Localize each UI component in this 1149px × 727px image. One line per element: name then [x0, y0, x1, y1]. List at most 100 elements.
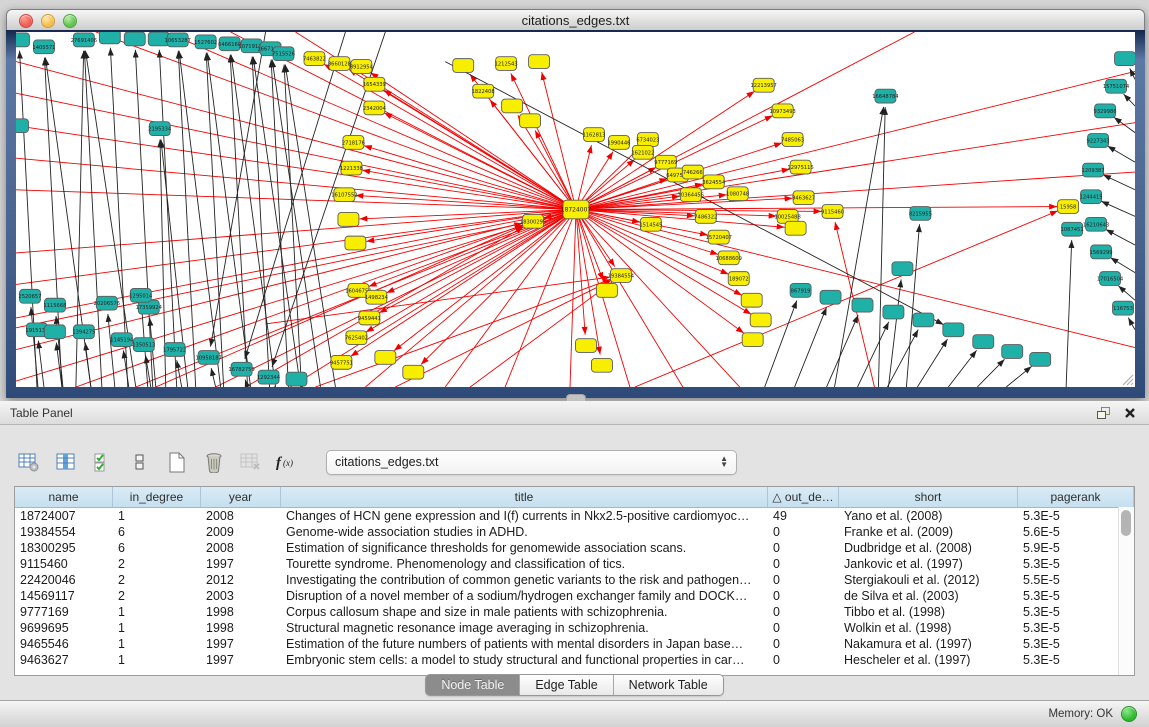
graph-node[interactable]: 20364456: [678, 188, 704, 202]
graph-node[interactable]: [502, 99, 523, 113]
close-window-button[interactable]: [19, 14, 33, 28]
graph-node[interactable]: 18724007: [561, 200, 592, 219]
graph-node[interactable]: 1990446: [607, 136, 630, 150]
graph-node[interactable]: 1498234: [365, 290, 388, 304]
delete-table-icon[interactable]: [238, 449, 264, 475]
graph-node[interactable]: 10973493: [769, 104, 795, 118]
graph-node[interactable]: 7486322: [694, 210, 717, 224]
graph-node[interactable]: 15958: [1058, 200, 1079, 214]
graph-node[interactable]: 1654339: [363, 77, 386, 91]
graph-node[interactable]: [529, 55, 550, 69]
graph-node[interactable]: 19384554: [608, 269, 634, 283]
column-header-in_degree[interactable]: in_degree: [113, 487, 201, 507]
table-row[interactable]: 1938455462009Genome-wide association stu…: [15, 524, 1134, 540]
graph-node[interactable]: 8912954: [350, 60, 373, 74]
graph-node[interactable]: 2520657: [18, 289, 41, 303]
graph-node[interactable]: 16210643: [1083, 217, 1109, 231]
window-titlebar[interactable]: citations_edges.txt: [6, 9, 1145, 32]
column-header-short[interactable]: short: [839, 487, 1018, 507]
graph-node[interactable]: 10958187: [195, 351, 221, 365]
table-row[interactable]: 1830029562008Estimation of significance …: [15, 540, 1134, 556]
graph-node[interactable]: [742, 333, 763, 347]
graph-node[interactable]: [785, 221, 806, 235]
graph-node[interactable]: [453, 59, 474, 73]
table-row[interactable]: 1456911722003Disruption of a novel membe…: [15, 588, 1134, 604]
table-row[interactable]: 946554611997Estimation of the future num…: [15, 636, 1134, 652]
graph-node[interactable]: 1295014: [129, 288, 152, 302]
graph-node[interactable]: [124, 32, 145, 46]
float-panel-icon[interactable]: [1095, 405, 1113, 421]
graph-node[interactable]: [852, 298, 873, 312]
graph-node[interactable]: [1115, 52, 1135, 66]
graph-node[interactable]: [741, 293, 762, 307]
graph-node[interactable]: [1030, 352, 1051, 366]
graph-node[interactable]: [286, 372, 307, 386]
tab-node-table[interactable]: Node Table: [426, 675, 520, 695]
memory-status-icon[interactable]: [1121, 706, 1137, 722]
row-height-icon[interactable]: [127, 449, 153, 475]
graph-node[interactable]: 1087451: [1061, 222, 1084, 236]
table-row[interactable]: 2242004622012Investigating the contribut…: [15, 572, 1134, 588]
graph-node[interactable]: 20206576: [94, 296, 120, 310]
minimize-window-button[interactable]: [41, 14, 55, 28]
table-row[interactable]: 969969511998Structural magnetic resonanc…: [15, 620, 1134, 636]
graph-node[interactable]: 1405571: [32, 40, 55, 54]
graph-node[interactable]: [943, 323, 964, 337]
graph-node[interactable]: [591, 358, 612, 372]
column-header-title[interactable]: title: [281, 487, 768, 507]
panel-drag-handle[interactable]: [566, 394, 586, 401]
table-row[interactable]: 946362711997Embryonic stem cells: a mode…: [15, 652, 1134, 668]
graph-node[interactable]: 9329986: [1094, 104, 1117, 118]
graph-node[interactable]: 1514545: [639, 217, 662, 231]
graph-node[interactable]: 9777169: [654, 155, 677, 169]
graph-node[interactable]: [16, 33, 29, 47]
show-column-icon[interactable]: [53, 449, 79, 475]
graph-node[interactable]: 7485063: [781, 133, 804, 147]
graph-node[interactable]: 1115668: [43, 298, 66, 312]
graph-node[interactable]: 15751074: [1103, 79, 1129, 93]
scrollbar-thumb[interactable]: [1121, 510, 1131, 536]
network-svg[interactable]: 1872400711628131990446673402316210229777…: [16, 32, 1135, 387]
graph-node[interactable]: 10653287: [165, 33, 191, 47]
graph-node[interactable]: 1822408: [472, 84, 495, 98]
graph-node[interactable]: [883, 305, 904, 319]
graph-node[interactable]: 6734023: [636, 133, 659, 147]
graph-node[interactable]: 17016504: [1097, 272, 1123, 286]
graph-node[interactable]: [596, 283, 617, 297]
table-settings-icon[interactable]: [16, 449, 42, 475]
graph-node[interactable]: 867919: [790, 283, 811, 297]
table-row[interactable]: 1872400712008Changes of HCN gene express…: [15, 508, 1134, 524]
graph-node[interactable]: 12213957: [750, 78, 776, 92]
graph-node[interactable]: 1394275: [72, 325, 95, 339]
graph-node[interactable]: 1292344: [257, 370, 280, 384]
graph-node[interactable]: 746266: [682, 165, 703, 179]
graph-node[interactable]: 1569299: [1090, 245, 1113, 259]
graph-node[interactable]: 1795722: [163, 343, 186, 357]
graph-node[interactable]: 7625402: [345, 331, 368, 345]
graph-node[interactable]: 12975115: [787, 160, 813, 174]
graph-node[interactable]: [973, 335, 994, 349]
graph-node[interactable]: [892, 262, 913, 276]
graph-node[interactable]: [16, 119, 28, 133]
graph-node[interactable]: 1145194: [110, 333, 133, 347]
vertical-scrollbar[interactable]: [1118, 507, 1134, 675]
graph-node[interactable]: [338, 212, 359, 226]
graph-node[interactable]: [345, 236, 366, 250]
resize-grip-icon[interactable]: [1120, 372, 1134, 386]
column-header-year[interactable]: year: [201, 487, 281, 507]
graph-node[interactable]: [576, 339, 597, 353]
graph-node[interactable]: 116753: [1113, 301, 1134, 315]
graph-node[interactable]: 3624554: [702, 175, 725, 189]
graph-node[interactable]: [403, 365, 424, 379]
graph-node[interactable]: 27691406: [71, 33, 97, 47]
graph-node[interactable]: [99, 32, 120, 44]
graph-node[interactable]: 16107552: [331, 188, 357, 202]
graph-node[interactable]: [750, 313, 771, 327]
graph-node[interactable]: 7515526: [272, 47, 295, 61]
graph-node[interactable]: 2342004: [363, 101, 386, 115]
zoom-window-button[interactable]: [63, 14, 77, 28]
delete-rows-icon[interactable]: [201, 449, 227, 475]
column-header-name[interactable]: name: [15, 487, 113, 507]
tab-edge-table[interactable]: Edge Table: [520, 675, 613, 695]
table-row[interactable]: 977716911998Corpus callosum shape and si…: [15, 604, 1134, 620]
